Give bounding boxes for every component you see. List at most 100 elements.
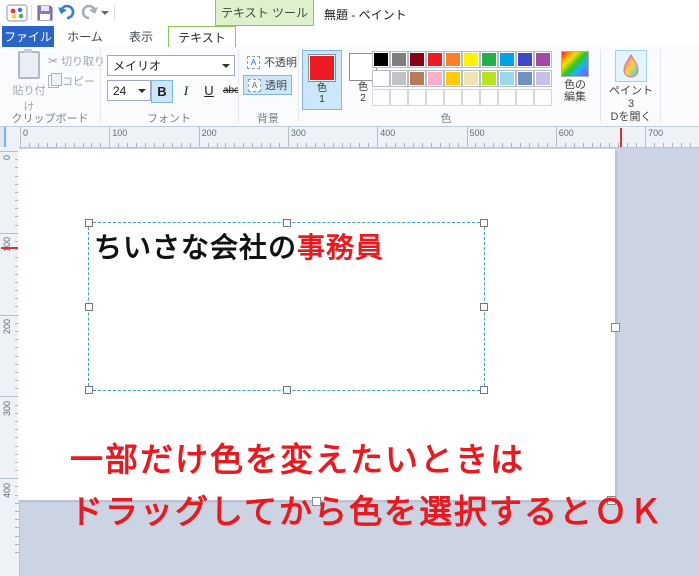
ruler-minor-tick xyxy=(440,143,441,147)
palette-swatch[interactable] xyxy=(372,51,390,68)
textbox-handle-e[interactable] xyxy=(480,303,488,311)
palette-swatch[interactable] xyxy=(534,51,552,68)
work-area: 0100200300400500600700 0100200300400 ちいさ… xyxy=(0,126,699,576)
heading-black-text: ちいさな会社の xyxy=(94,232,297,263)
cut-label: 切り取り xyxy=(61,53,105,69)
palette-empty-swatch xyxy=(498,89,516,106)
ruler-major-tick xyxy=(645,127,646,147)
ruler-minor-tick xyxy=(386,143,387,147)
copy-button[interactable]: コピー xyxy=(48,73,95,89)
palette-swatch[interactable] xyxy=(498,70,516,87)
palette-swatch[interactable] xyxy=(372,70,390,87)
ruler-minor-tick xyxy=(413,143,414,147)
opaque-button[interactable]: A 不透明 xyxy=(243,53,301,71)
ruler-major-tick xyxy=(199,127,200,147)
annotation-line-2: ドラッグしてから色を選択するとＯＫ xyxy=(70,485,664,533)
ruler-major-tick xyxy=(0,315,19,316)
annotation-line-1: 一部だけ色を変えたいときは xyxy=(70,433,525,481)
redo-icon[interactable] xyxy=(79,3,99,22)
ruler-minor-tick xyxy=(422,143,423,147)
palette-swatch[interactable] xyxy=(480,70,498,87)
palette-swatch[interactable] xyxy=(444,51,462,68)
textbox-handle-s[interactable] xyxy=(283,386,291,394)
palette-empty-swatch xyxy=(426,89,444,106)
palette-swatch[interactable] xyxy=(426,51,444,68)
group-label-background: 背景 xyxy=(238,110,298,126)
clipboard-icon xyxy=(18,51,40,79)
ruler-minor-tick xyxy=(529,143,530,147)
ruler-minor-tick xyxy=(243,143,244,147)
ruler-minor-tick xyxy=(38,143,39,147)
color1-button[interactable]: 色1 xyxy=(302,50,342,110)
ruler-minor-tick xyxy=(15,519,19,520)
canvas-resize-handle-right[interactable] xyxy=(611,323,620,332)
ruler-minor-tick xyxy=(600,143,601,147)
transparent-label: 透明 xyxy=(265,77,287,93)
font-family-select[interactable]: メイリオ xyxy=(107,55,235,76)
palette-swatch[interactable] xyxy=(534,70,552,87)
ruler-minor-tick xyxy=(270,143,271,147)
tab-home[interactable]: ホーム xyxy=(58,26,112,47)
palette-swatch[interactable] xyxy=(480,51,498,68)
palette-swatch[interactable] xyxy=(516,51,534,68)
ruler-minor-tick xyxy=(172,143,173,147)
italic-button[interactable]: I xyxy=(176,80,196,101)
ruler-minor-tick xyxy=(690,143,691,147)
ruler-minor-tick xyxy=(47,143,48,147)
palette-swatch[interactable] xyxy=(390,70,408,87)
ruler-major-tick xyxy=(377,127,378,147)
palette-empty-swatch xyxy=(534,89,552,106)
ribbon-tab-row: ファイル ホーム 表示 テキスト xyxy=(0,26,699,47)
save-icon[interactable] xyxy=(36,4,54,22)
edit-colors-button[interactable]: 色の編集 xyxy=(558,51,592,103)
palette-swatch[interactable] xyxy=(498,51,516,68)
paint-app-icon xyxy=(6,4,28,22)
ruler-minor-tick xyxy=(234,143,235,147)
ruler-label: 200 xyxy=(2,319,12,334)
tab-view[interactable]: 表示 xyxy=(116,26,166,47)
ruler-minor-tick xyxy=(574,143,575,147)
transparent-button[interactable]: A 透明 xyxy=(243,75,292,95)
ruler-minor-tick xyxy=(252,143,253,147)
textbox-handle-se[interactable] xyxy=(480,386,488,394)
palette-swatch[interactable] xyxy=(444,70,462,87)
ruler-label: 400 xyxy=(2,483,12,498)
textbox-handle-n[interactable] xyxy=(283,219,291,227)
textbox-handle-sw[interactable] xyxy=(85,386,93,394)
ribbon: 貼り付け ✂ 切り取り コピー クリップボード メイリオ 24 B I U ab… xyxy=(0,47,699,126)
textbox-handle-nw[interactable] xyxy=(85,219,93,227)
color1-swatch xyxy=(308,54,336,82)
tab-text-active[interactable]: テキスト xyxy=(168,26,236,48)
canvas-heading-text[interactable]: ちいさな会社の事務員 xyxy=(94,226,384,266)
ruler-minor-tick xyxy=(225,143,226,147)
paste-button[interactable]: 貼り付け xyxy=(8,51,50,107)
qat-dropdown-icon[interactable] xyxy=(101,11,109,16)
paint3d-icon xyxy=(615,50,647,82)
ruler-minor-tick xyxy=(56,143,57,147)
palette-swatch[interactable] xyxy=(408,51,426,68)
bold-button[interactable]: B xyxy=(151,80,173,103)
tab-file[interactable]: ファイル xyxy=(2,26,54,47)
ruler-major-tick xyxy=(0,151,19,152)
ruler-minor-tick xyxy=(74,143,75,147)
ruler-minor-tick xyxy=(368,143,369,147)
undo-icon[interactable] xyxy=(57,3,77,22)
title-bar: テキスト ツール 無題 - ペイント xyxy=(0,0,699,26)
palette-swatch[interactable] xyxy=(426,70,444,87)
cut-button[interactable]: ✂ 切り取り xyxy=(48,53,105,69)
open-paint3d-button[interactable]: ペイント3Dを開く xyxy=(606,50,656,124)
font-size-select[interactable]: 24 xyxy=(107,80,151,101)
textbox-handle-ne[interactable] xyxy=(480,219,488,227)
palette-swatch[interactable] xyxy=(462,51,480,68)
text-box[interactable]: ちいさな会社の事務員 xyxy=(88,222,485,391)
palette-swatch[interactable] xyxy=(390,51,408,68)
ruler-minor-tick xyxy=(15,552,19,553)
palette-swatch[interactable] xyxy=(462,70,480,87)
transparent-icon: A xyxy=(248,79,261,92)
palette-swatch[interactable] xyxy=(516,70,534,87)
chevron-down-icon xyxy=(138,89,146,93)
palette-swatch[interactable] xyxy=(408,70,426,87)
copy-label: コピー xyxy=(62,73,95,89)
underline-button[interactable]: U xyxy=(199,80,219,101)
textbox-handle-w[interactable] xyxy=(85,303,93,311)
